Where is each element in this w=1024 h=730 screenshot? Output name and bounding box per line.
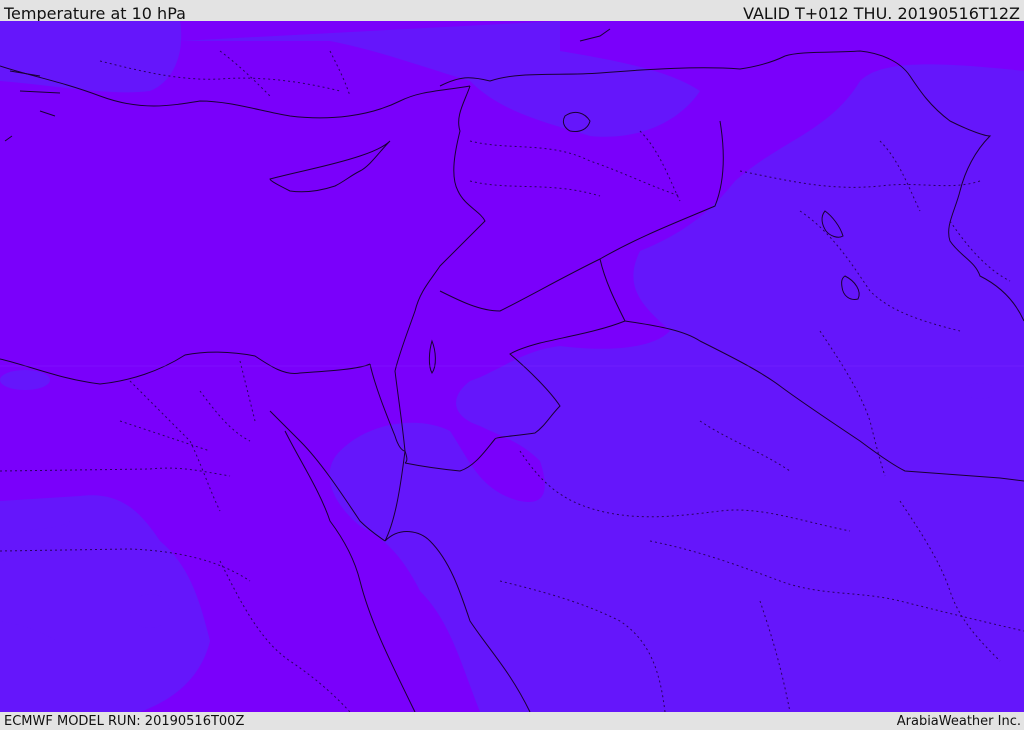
- model-run-label: ECMWF MODEL RUN: 20190516T00Z: [4, 714, 245, 729]
- weather-map[interactable]: [0, 21, 1024, 712]
- map-canvas: [0, 21, 1024, 712]
- credit-label: ArabiaWeather Inc.: [896, 714, 1021, 729]
- map-footer: ECMWF MODEL RUN: 20190516T00Z ArabiaWeat…: [0, 712, 1024, 729]
- map-header: Temperature at 10 hPa VALID T+012 THU. 2…: [0, 0, 1024, 23]
